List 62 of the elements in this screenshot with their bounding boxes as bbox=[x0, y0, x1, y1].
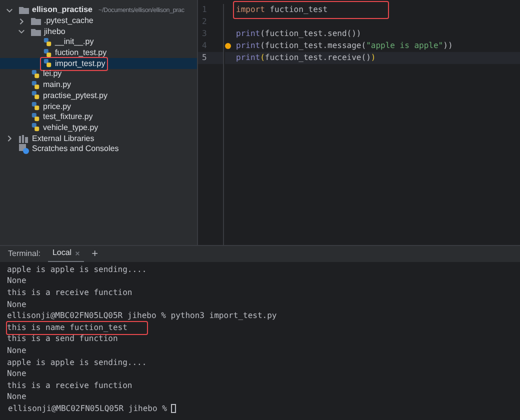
chevron-right-icon[interactable] bbox=[6, 135, 13, 142]
line-number: 5 bbox=[202, 52, 207, 64]
terminal-line: this is a receive function bbox=[6, 286, 134, 299]
tree-item[interactable]: practise_pytest.py bbox=[0, 90, 197, 102]
tree-item[interactable]: fuction_test.py bbox=[0, 48, 197, 58]
tree-item[interactable]: .pytest_cache bbox=[0, 16, 197, 26]
terminal-line: None bbox=[6, 368, 28, 380]
file-name: import_test.py bbox=[55, 58, 106, 70]
new-tab-button[interactable]: + bbox=[92, 248, 98, 260]
tree-item[interactable]: main.py bbox=[0, 80, 197, 90]
terminal-line: None bbox=[6, 298, 28, 311]
file-name: lei.py bbox=[43, 68, 62, 80]
chevron-down-icon[interactable] bbox=[6, 6, 13, 14]
file-name: ellison_practise bbox=[32, 4, 92, 16]
python-file-icon bbox=[31, 70, 40, 79]
file-name: price.py bbox=[43, 100, 72, 113]
python-file-icon bbox=[31, 112, 40, 122]
tree-item[interactable]: External Libraries bbox=[0, 133, 197, 144]
terminal-label: Terminal: bbox=[8, 248, 40, 260]
tree-item[interactable]: price.py bbox=[0, 101, 197, 112]
file-name: Scratches and Consoles bbox=[32, 143, 119, 156]
terminal-line: None bbox=[6, 344, 28, 357]
python-file-icon bbox=[31, 80, 40, 90]
tree-item[interactable]: vehicle_type.py bbox=[0, 122, 197, 134]
file-name: main.py bbox=[43, 79, 72, 92]
terminal-line: apple is apple is sending.... bbox=[6, 356, 148, 369]
python-file-icon bbox=[43, 59, 52, 68]
tree-item[interactable]: jihebo bbox=[0, 26, 197, 38]
file-name: fuction_test.py bbox=[55, 47, 107, 60]
file-name: jihebo bbox=[44, 26, 66, 38]
terminal-line: ellisonji@MBC02FN05LQ05R jihebo % python3 import_test.py bbox=[6, 310, 278, 322]
tree-item[interactable]: import_test.py bbox=[0, 58, 197, 70]
tree-item[interactable]: __init__.py bbox=[0, 37, 197, 48]
terminal-line: None bbox=[6, 275, 28, 288]
python-file-icon bbox=[43, 48, 52, 58]
text-cursor bbox=[170, 404, 176, 414]
code-line: print(fuction_test.receive()) bbox=[235, 52, 377, 64]
terminal-line: apple is apple is sending.... bbox=[6, 264, 148, 276]
tree-item[interactable]: test_fixture.py bbox=[0, 112, 197, 123]
file-name: practise_pytest.py bbox=[43, 90, 108, 102]
code-line: print(fuction_test.message("apple is apple")) bbox=[235, 40, 454, 52]
terminal-prompt: ellisonji@MBC02FN05LQ05R jihebo % bbox=[8, 402, 167, 415]
terminal-line: None bbox=[6, 391, 28, 404]
file-name: vehicle_type.py bbox=[43, 122, 98, 134]
terminal-line: this is a send function bbox=[6, 333, 119, 346]
python-file-icon bbox=[43, 38, 52, 47]
code-line: print(fuction_test.send()) bbox=[235, 28, 362, 40]
tree-item[interactable]: lei.py bbox=[0, 69, 197, 80]
file-name: test_fixture.py bbox=[43, 111, 93, 124]
python-file-icon bbox=[31, 102, 40, 112]
file-name: __init__.py bbox=[55, 36, 94, 48]
file-name: .pytest_cache bbox=[44, 15, 94, 28]
python-file-icon bbox=[31, 91, 40, 100]
terminal-line: this is a receive function bbox=[6, 380, 134, 392]
chevron-down-icon[interactable] bbox=[18, 28, 25, 36]
chevron-right-icon[interactable] bbox=[18, 18, 25, 25]
python-file-icon bbox=[31, 123, 40, 132]
scratches-icon bbox=[19, 144, 29, 154]
library-icon bbox=[19, 134, 29, 143]
tree-item[interactable]: Scratches and Consoles bbox=[0, 144, 197, 155]
file-name: External Libraries bbox=[32, 132, 94, 145]
close-icon[interactable] bbox=[74, 250, 80, 256]
